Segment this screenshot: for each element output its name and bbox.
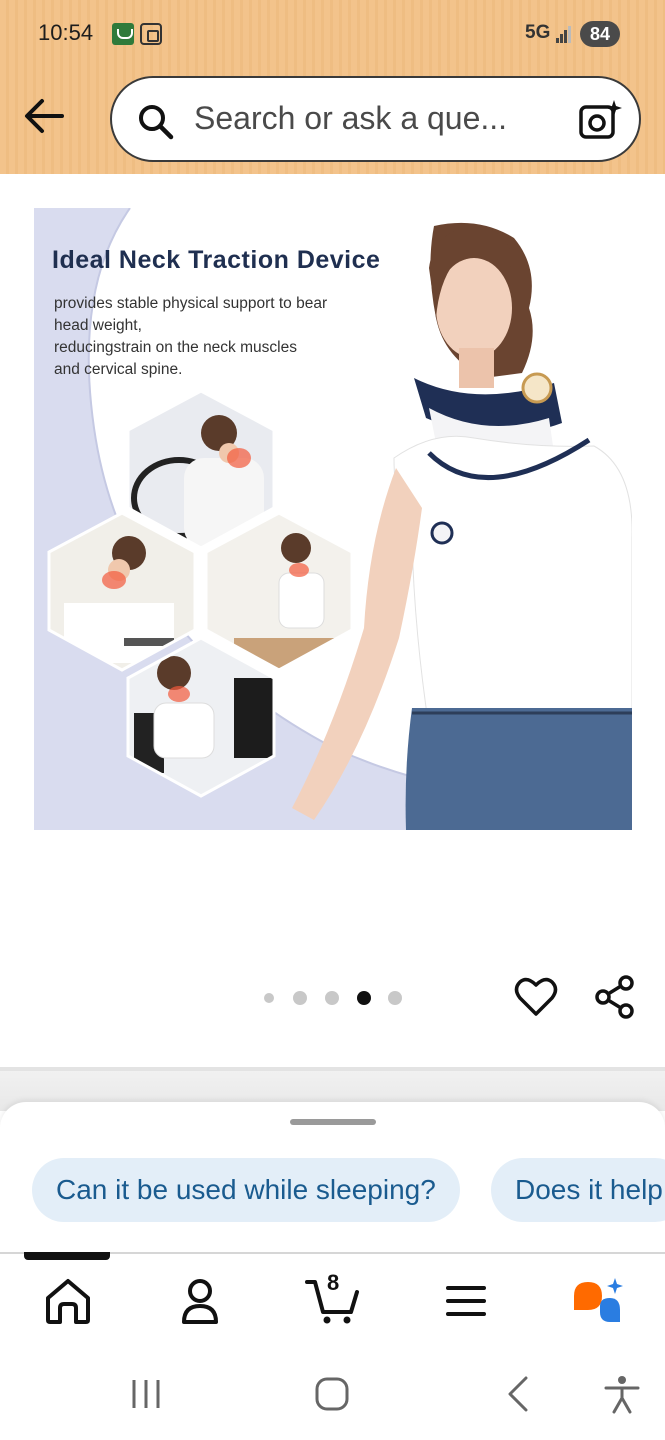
image-description-line: and cervical spine. <box>54 361 183 378</box>
signal-icon <box>556 25 574 43</box>
back-arrow-icon[interactable] <box>22 96 66 136</box>
image-description-line: reducingstrain on the neck muscles <box>54 339 297 356</box>
carousel-dot[interactable] <box>264 993 274 1003</box>
screenshot-icon <box>140 23 162 45</box>
status-time: 10:54 <box>38 20 94 45</box>
share-icon[interactable] <box>593 975 637 1019</box>
home-icon[interactable] <box>40 1276 96 1326</box>
image-description-line: provides stable physical support to bear <box>54 295 328 312</box>
camera-search-icon[interactable] <box>576 98 622 144</box>
suggestion-chip[interactable]: Can it be used while sleeping? <box>32 1158 460 1222</box>
cart-count-badge: 8 <box>327 1270 340 1295</box>
cart-icon[interactable]: 8 <box>305 1270 361 1326</box>
app-header: 10:54 5G 84 Search or ask a que... <box>0 0 665 174</box>
carousel-dot-active[interactable] <box>357 991 371 1005</box>
carousel-dots <box>262 988 412 1008</box>
rufus-suggestions-sheet: Can it be used while sleeping? Does it h… <box>0 1102 665 1252</box>
network-type: 5G <box>525 22 551 43</box>
recent-apps-icon[interactable] <box>126 1374 170 1414</box>
image-title: Ideal Neck Traction Device <box>52 246 381 274</box>
image-description-line: head weight, <box>54 317 142 334</box>
account-icon[interactable] <box>172 1276 228 1326</box>
product-image[interactable]: Ideal Neck Traction Device provides stab… <box>34 208 632 830</box>
menu-icon[interactable] <box>438 1276 494 1326</box>
home-button-icon[interactable] <box>310 1374 354 1414</box>
system-navigation-bar <box>0 1344 665 1440</box>
search-icon <box>136 102 176 142</box>
active-tab-indicator <box>24 1252 110 1260</box>
app-notification-icon <box>112 23 134 45</box>
rufus-ai-icon[interactable] <box>570 1276 626 1326</box>
search-input[interactable]: Search or ask a que... <box>194 100 507 137</box>
carousel-dot[interactable] <box>325 991 339 1005</box>
image-description: provides stable physical support to bear… <box>54 293 394 381</box>
sheet-drag-handle[interactable] <box>290 1119 376 1125</box>
battery-indicator: 84 <box>580 21 620 47</box>
bottom-navigation: 8 <box>0 1252 665 1344</box>
system-back-icon[interactable] <box>496 1374 540 1414</box>
suggestion-chip[interactable]: Does it help <box>491 1158 665 1222</box>
search-bar[interactable]: Search or ask a que... <box>110 76 641 162</box>
wishlist-heart-icon[interactable] <box>514 975 558 1019</box>
accessibility-icon[interactable] <box>600 1374 644 1414</box>
carousel-dot[interactable] <box>388 991 402 1005</box>
carousel-dot[interactable] <box>293 991 307 1005</box>
status-bar: 10:54 5G 84 <box>0 0 665 70</box>
